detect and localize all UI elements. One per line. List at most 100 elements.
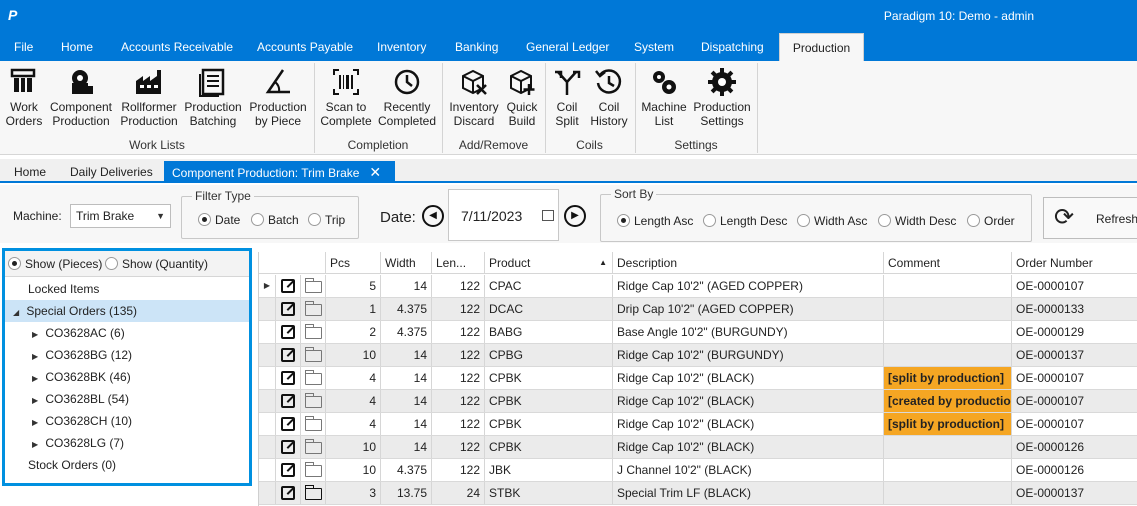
menu-tab-accounts-payable[interactable]: Accounts Payable [247,33,363,61]
expand-icon[interactable]: ▶ [32,434,42,456]
column-header-product[interactable]: Product ▲ [484,252,612,274]
edit-cell[interactable] [275,390,300,412]
menu-tab-accounts-receivable[interactable]: Accounts Receivable [111,33,243,61]
table-row[interactable]: ▶ 5 14 122 CPAC Ridge Cap 10'2" (AGED COPPER)… [259,275,1137,298]
menu-tab-banking[interactable]: Banking [445,33,508,61]
edit-icon[interactable] [281,463,295,477]
table-row[interactable]: 10 14 122 CPBG Ridge Cap 10'2" (BURGUNDY) OE-… [259,344,1137,367]
table-row[interactable]: 10 4.375 122 JBK J Channel 10'2" (BLACK) OE-0… [259,459,1137,482]
tree-item-locked-items[interactable]: Locked Items [5,278,249,300]
machine-list-button[interactable]: Machine List [639,67,689,128]
column-header-length[interactable]: Len... [431,252,484,274]
sort-length-desc-radio[interactable]: Length Desc [703,214,787,228]
edit-cell[interactable] [275,413,300,435]
folder-cell[interactable] [300,321,325,343]
folder-cell[interactable] [300,459,325,481]
menu-tab-file[interactable]: File [4,33,43,61]
folder-cell[interactable] [300,344,325,366]
component-production-button[interactable]: Component Production [47,67,115,128]
tree-item-order[interactable]: ▶ CO3628CH (10) [5,410,249,432]
menu-tab-dispatching[interactable]: Dispatching [691,33,774,61]
menu-tab-home[interactable]: Home [51,33,103,61]
edit-cell[interactable] [275,344,300,366]
edit-icon[interactable] [281,394,295,408]
column-header-description[interactable]: Description [612,252,883,274]
scan-to-complete-button[interactable]: Scan to Complete [318,67,374,128]
edit-icon[interactable] [281,371,295,385]
table-row[interactable]: 1 4.375 122 DCAC Drip Cap 10'2" (AGED COPPER… [259,298,1137,321]
folder-icon[interactable] [305,393,322,408]
folder-cell[interactable] [300,390,325,412]
edit-icon[interactable] [281,302,295,316]
folder-cell[interactable] [300,275,325,297]
folder-icon[interactable] [305,324,322,339]
folder-cell[interactable] [300,413,325,435]
folder-icon[interactable] [305,462,322,477]
filter-type-batch-radio[interactable]: Batch [251,213,299,227]
expand-icon[interactable]: ▶ [32,368,42,390]
edit-cell[interactable] [275,367,300,389]
quick-build-button[interactable]: Quick Build [503,67,541,128]
folder-icon[interactable] [305,485,322,500]
table-row[interactable]: 3 13.75 24 STBK Special Trim LF (BLACK) OE-00… [259,482,1137,505]
column-header-comment[interactable]: Comment [883,252,1011,274]
expand-icon[interactable]: ▶ [32,346,42,368]
recently-completed-button[interactable]: Recently Completed [376,67,438,128]
folder-icon[interactable] [305,416,322,431]
production-settings-button[interactable]: Production Settings [691,67,753,128]
menu-tab-general-ledger[interactable]: General Ledger [516,33,619,61]
doc-tab-daily-deliveries[interactable]: Daily Deliveries [62,161,161,183]
edit-cell[interactable] [275,436,300,458]
tree-item-order[interactable]: ▶ CO3628AC (6) [5,322,249,344]
column-header-pcs[interactable]: Pcs [325,252,380,274]
edit-cell[interactable] [275,298,300,320]
calendar-icon[interactable] [542,210,554,221]
next-date-button[interactable]: ▶ [564,205,586,227]
filter-type-date-radio[interactable]: Date [198,213,240,227]
show-quantity-radio[interactable]: Show (Quantity) [105,257,208,271]
edit-icon[interactable] [281,348,295,362]
sort-width-asc-radio[interactable]: Width Asc [797,214,867,228]
edit-icon[interactable] [281,417,295,431]
table-row[interactable]: 4 14 122 CPBK Ridge Cap 10'2" (BLACK) [create… [259,390,1137,413]
tree-item-order[interactable]: ▶ CO3628BL (54) [5,388,249,410]
folder-icon[interactable] [305,278,322,293]
folder-cell[interactable] [300,367,325,389]
tree-item-order[interactable]: ▶ CO3628BK (46) [5,366,249,388]
close-tab-icon[interactable]: ✕ [369,164,381,180]
show-pieces-radio[interactable]: Show (Pieces) [8,257,102,271]
work-orders-button[interactable]: Work Orders [4,67,44,128]
edit-icon[interactable] [281,486,295,500]
edit-cell[interactable] [275,459,300,481]
edit-icon[interactable] [281,440,295,454]
tree-item-special-orders[interactable]: ◢ Special Orders (135) [5,300,249,322]
folder-icon[interactable] [305,301,322,316]
machine-select[interactable]: Trim Brake ▼ [70,204,171,228]
date-input[interactable]: 7/11/2023 [448,189,559,241]
refresh-button[interactable]: ⟳ Refresh [1043,197,1137,239]
menu-tab-production[interactable]: Production [779,33,864,61]
filter-type-trip-radio[interactable]: Trip [308,213,345,227]
rollformer-production-button[interactable]: Rollformer Production [118,67,180,128]
edit-cell[interactable] [275,482,300,504]
doc-tab-component-production[interactable]: Component Production: Trim Brake ✕ [164,161,395,183]
expand-icon[interactable]: ▶ [32,324,42,346]
menu-tab-inventory[interactable]: Inventory [367,33,436,61]
table-row[interactable]: 4 14 122 CPBK Ridge Cap 10'2" (BLACK) [split … [259,367,1137,390]
folder-cell[interactable] [300,482,325,504]
folder-icon[interactable] [305,347,322,362]
menu-tab-system[interactable]: System [624,33,684,61]
sort-order-radio[interactable]: Order [967,214,1015,228]
edit-cell[interactable] [275,321,300,343]
folder-icon[interactable] [305,439,322,454]
tree-item-order[interactable]: ▶ CO3628BG (12) [5,344,249,366]
collapse-icon[interactable]: ◢ [13,302,23,324]
edit-icon[interactable] [281,279,295,293]
production-batching-button[interactable]: Production Batching [183,67,243,128]
coil-history-button[interactable]: Coil History [588,67,630,128]
tree-item-order[interactable]: ▶ CO3628LG (7) [5,432,249,454]
table-row[interactable]: 10 14 122 CPBK Ridge Cap 10'2" (BLACK) OE-000… [259,436,1137,459]
doc-tab-home[interactable]: Home [6,161,54,183]
expand-icon[interactable]: ▶ [32,390,42,412]
table-row[interactable]: 4 14 122 CPBK Ridge Cap 10'2" (BLACK) [split … [259,413,1137,436]
